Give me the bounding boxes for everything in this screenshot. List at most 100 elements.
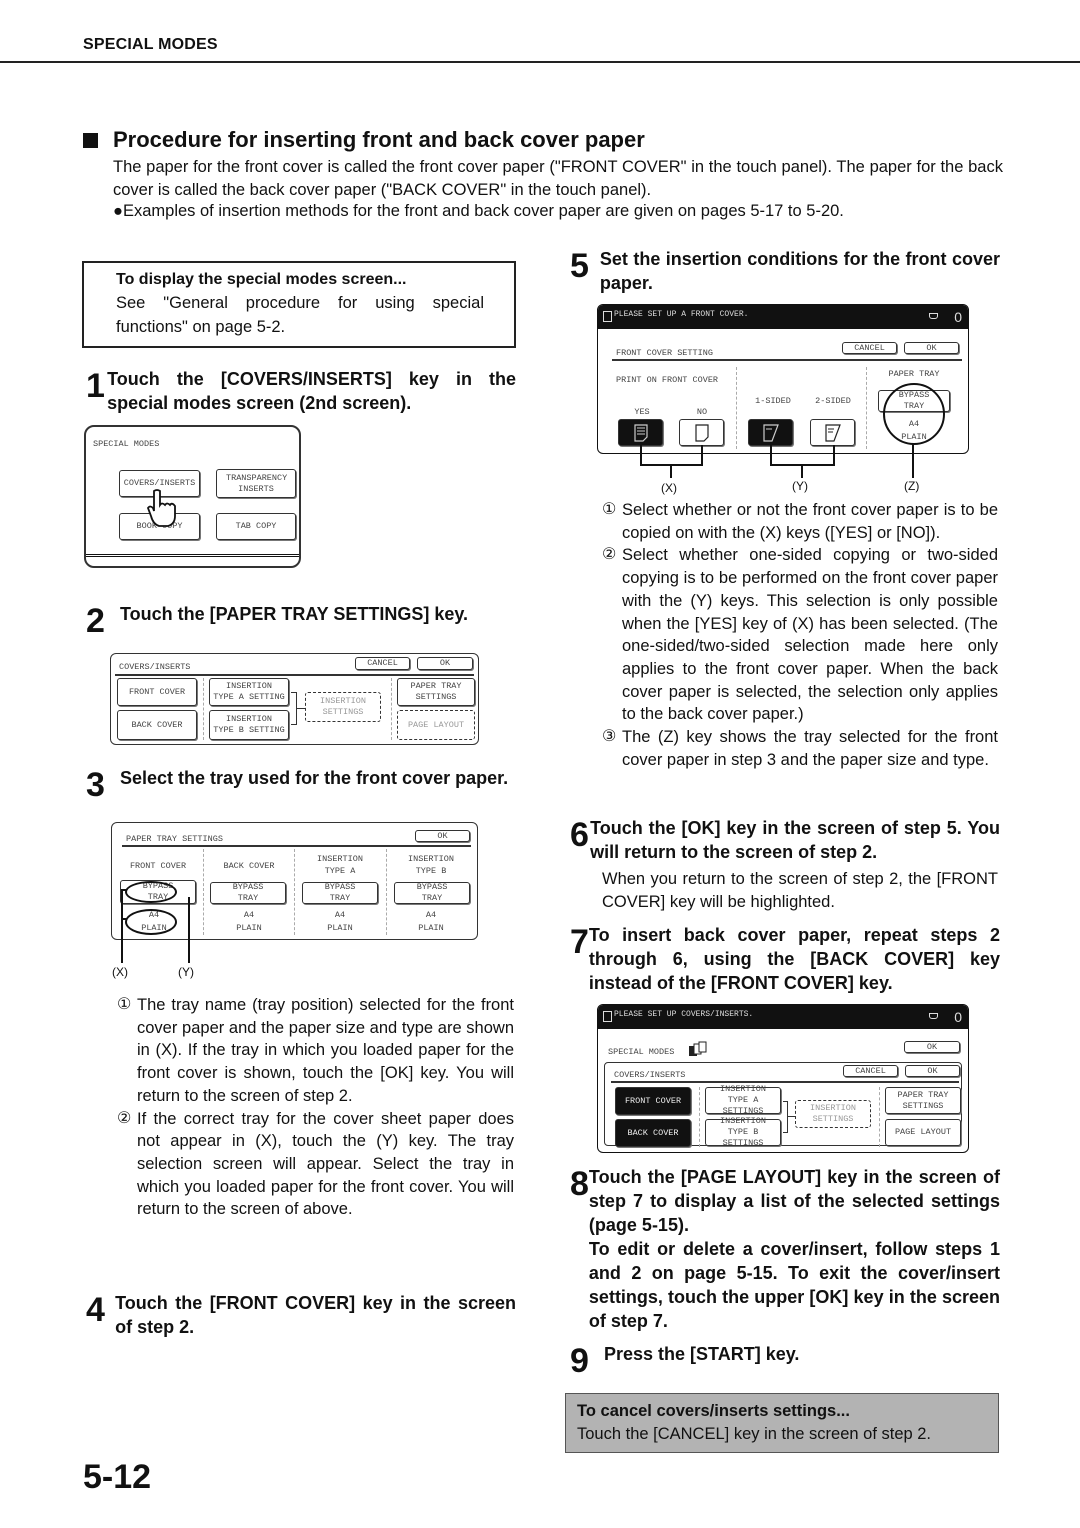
covers-inserts-subpanel: COVERS/INSERTS CANCEL OK FRONT COVER BAC… — [604, 1062, 962, 1148]
column-divider — [866, 367, 867, 449]
note-item: ① Select whether or not the front cover … — [602, 499, 998, 544]
step-text: Touch the [OK] key in the screen of step… — [590, 818, 1000, 862]
ok-button[interactable]: OK — [417, 657, 473, 670]
callout-label-x: (X) — [112, 965, 128, 979]
yes-key[interactable] — [618, 419, 663, 446]
page-number: 5-12 — [83, 1458, 152, 1496]
message-text: PLEASE SET UP COVERS/INSERTS. — [614, 1010, 754, 1019]
step-9: 9 Press the [START] key. — [570, 1342, 1000, 1378]
cancel-button[interactable]: CANCEL — [842, 342, 897, 354]
step-text-secondary: To edit or delete a cover/insert, follow… — [588, 1239, 1000, 1331]
cancel-button[interactable]: CANCEL — [843, 1065, 898, 1077]
panel-title: FRONT COVER SETTING — [616, 348, 713, 358]
type-b-type: PLAIN — [418, 923, 444, 933]
back-cover-type: PLAIN — [236, 923, 262, 933]
examples-bullet: ●Examples of insertion methods for the f… — [113, 202, 844, 220]
column-header-type-a: INSERTION TYPE A — [300, 853, 380, 877]
key-line: BYPASS — [416, 882, 448, 892]
column-divider — [736, 367, 737, 449]
callout-line — [670, 464, 672, 478]
title-rule — [611, 1081, 959, 1083]
type-b-tray-key[interactable]: BYPASS TRAY — [394, 882, 470, 904]
step-number: 8 — [570, 1165, 589, 1203]
no-key[interactable] — [679, 419, 724, 446]
insertion-type-a-key[interactable]: INSERTION TYPE A SETTINGS — [705, 1084, 781, 1116]
note-text: The (Z) key shows the tray selected for … — [622, 728, 998, 769]
upper-ok-button[interactable]: OK — [904, 1041, 960, 1053]
column-divider — [391, 678, 392, 740]
key-line: INSERTION — [226, 714, 272, 724]
type-a-tray-key[interactable]: BYPASS TRAY — [302, 882, 378, 904]
step-2: 2 Touch the [PAPER TRAY SETTINGS] key. — [86, 602, 516, 638]
tab-copy-key[interactable]: TAB COPY — [216, 513, 296, 540]
step-3-notes: ① The tray name (tray position) selected… — [117, 994, 514, 1221]
insertion-type-a-key[interactable]: INSERTION TYPE A SETTING — [209, 678, 289, 706]
square-bullet-icon — [83, 132, 98, 148]
intro-paragraph: The paper for the front cover is called … — [113, 158, 1003, 199]
key-line: TYPE A SETTING — [213, 692, 285, 702]
paper-tray-settings-key[interactable]: PAPER TRAY SETTINGS — [885, 1087, 961, 1114]
column-divider — [386, 849, 387, 935]
back-cover-tray-key[interactable]: BYPASS TRAY — [210, 882, 286, 904]
front-cover-key[interactable]: FRONT COVER — [117, 678, 197, 706]
two-sided-label: 2-SIDED — [815, 396, 851, 406]
one-sided-label: 1-SIDED — [755, 396, 791, 406]
no-label: NO — [696, 407, 708, 417]
note-body: Touch the [CANCEL] key in the screen of … — [577, 1425, 932, 1443]
type-b-size: A4 — [425, 910, 437, 920]
key-line: INSERTION — [320, 696, 366, 706]
step-6-body: When you return to the screen of step 2,… — [602, 870, 998, 911]
callout-label-y: (Y) — [792, 479, 808, 493]
covers-inserts-setup-panel: PLEASE SET UP COVERS/INSERTS. 0 SPECIAL … — [597, 1004, 969, 1153]
paper-tray-settings-key[interactable]: PAPER TRAY SETTINGS — [397, 678, 475, 706]
callout-ellipse — [125, 881, 177, 903]
title-rule — [115, 674, 474, 676]
ok-button[interactable]: OK — [905, 1065, 960, 1077]
message-bar: PLEASE SET UP A FRONT COVER. 0 — [598, 305, 968, 329]
front-cover-key[interactable]: FRONT COVER — [615, 1087, 691, 1115]
tray-icon — [929, 1013, 938, 1019]
callout-ellipse — [883, 383, 945, 445]
callout-line — [912, 444, 914, 478]
insertion-type-b-key[interactable]: INSERTION TYPE B SETTINGS — [705, 1116, 781, 1148]
ok-button[interactable]: OK — [415, 830, 470, 842]
key-line: TRAY — [329, 893, 351, 903]
insertion-type-b-key[interactable]: INSERTION TYPE B SETTING — [209, 710, 289, 740]
copy-status-icon — [603, 311, 612, 322]
column-divider — [879, 1087, 880, 1147]
step-number: 4 — [86, 1291, 105, 1329]
step-1: 1 Touch the [COVERS/INSERTS] key in the … — [86, 367, 516, 415]
circled-number: ① — [117, 996, 132, 1013]
key-line: INSERTION — [226, 681, 272, 691]
callout-line — [640, 445, 642, 466]
one-sided-key[interactable] — [748, 419, 793, 446]
circled-number: ② — [117, 1109, 132, 1127]
step-text: To insert back cover paper, repeat steps… — [588, 925, 1000, 993]
step-text: Touch the [PAPER TRAY SETTINGS] key. — [120, 604, 469, 624]
copy-count: 0 — [954, 1009, 962, 1025]
step-number: 9 — [570, 1342, 589, 1380]
key-line: INSERTION — [720, 1116, 766, 1126]
column-header-back-cover: BACK COVER — [223, 861, 275, 871]
page-layout-key[interactable]: PAGE LAYOUT — [885, 1119, 961, 1146]
back-cover-key[interactable]: BACK COVER — [117, 710, 197, 740]
header-line: INSERTION — [408, 854, 454, 864]
back-cover-key[interactable]: BACK COVER — [615, 1119, 691, 1147]
ok-button[interactable]: OK — [904, 342, 959, 354]
step-number: 7 — [570, 923, 589, 961]
callout-tick — [121, 889, 127, 891]
circled-number: ① — [602, 501, 617, 518]
panel-title: COVERS/INSERTS — [119, 662, 191, 672]
paper-tray-label: PAPER TRAY — [888, 369, 940, 379]
key-line: PAPER TRAY — [897, 1089, 949, 1100]
two-sided-key[interactable] — [810, 419, 855, 446]
print-on-front-cover-label: PRINT ON FRONT COVER — [616, 375, 719, 385]
key-line: TYPE B SETTINGS — [722, 1127, 764, 1148]
cancel-button[interactable]: CANCEL — [355, 657, 410, 670]
tray-icon — [929, 313, 938, 319]
key-line: SETTINGS — [902, 1100, 944, 1111]
step-6: 6 Touch the [OK] key in the screen of st… — [570, 816, 1000, 864]
note-item: ③ The (Z) key shows the tray selected fo… — [602, 726, 998, 771]
title-rule — [122, 845, 471, 847]
transparency-inserts-key[interactable]: TRANSPARENCY INSERTS — [216, 469, 296, 498]
